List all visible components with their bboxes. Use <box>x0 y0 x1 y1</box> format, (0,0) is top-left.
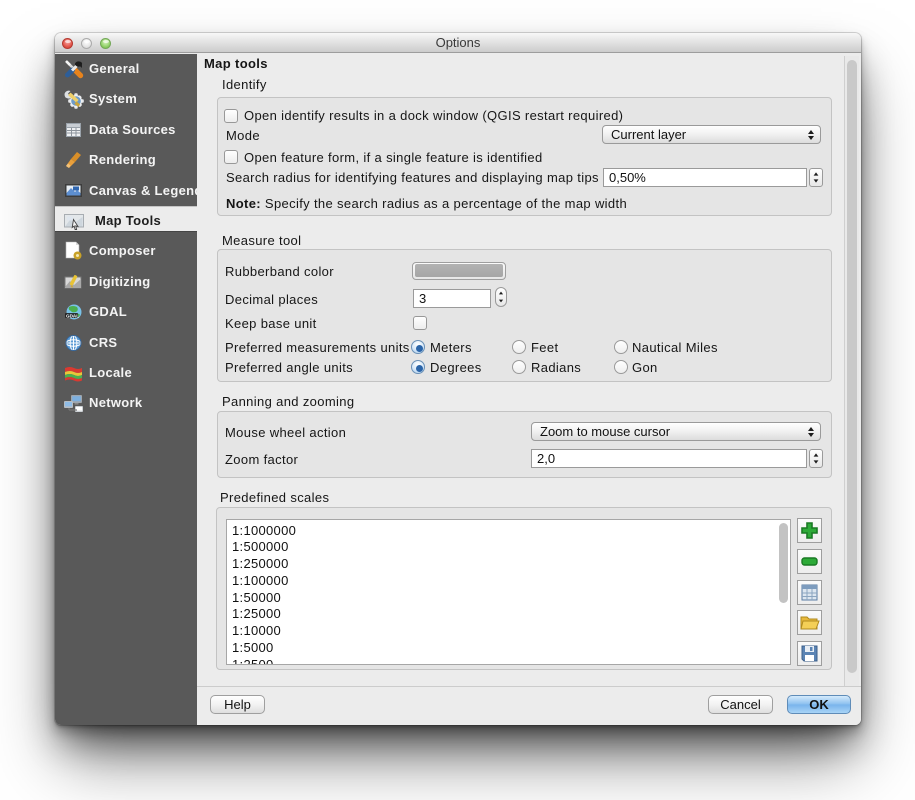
svg-text:GDAL: GDAL <box>66 314 79 319</box>
